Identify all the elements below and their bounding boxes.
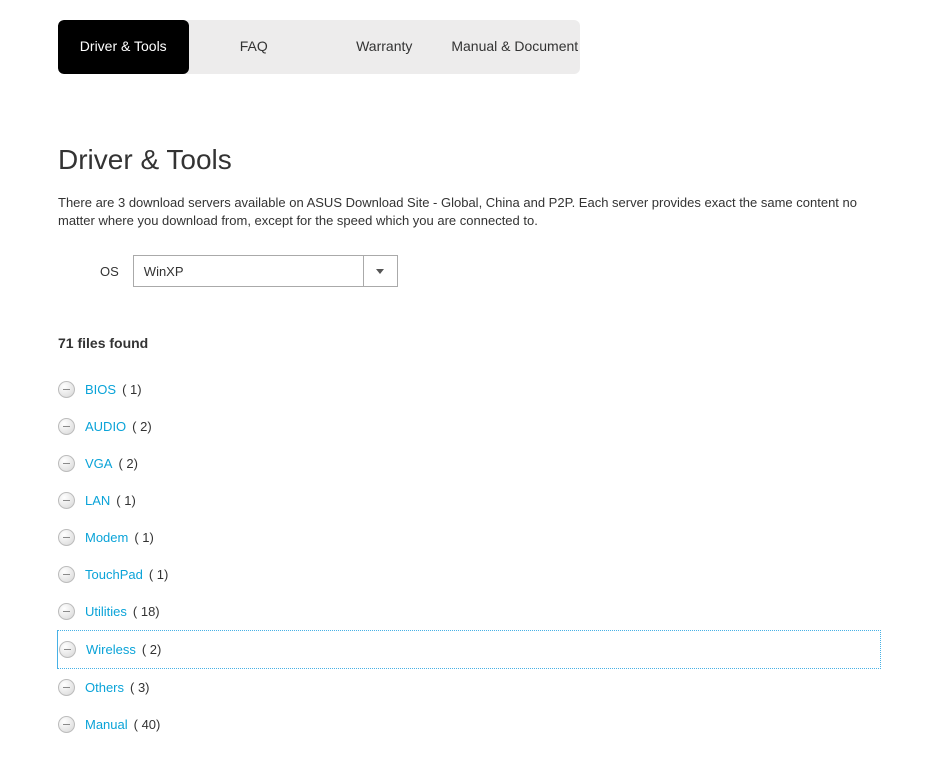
category-count: ( 18) — [133, 604, 160, 619]
category-name[interactable]: TouchPad — [85, 567, 143, 582]
tab-warranty[interactable]: Warranty — [319, 20, 450, 74]
category-item-vga: VGA ( 2) — [58, 445, 881, 482]
collapse-icon[interactable] — [58, 492, 75, 509]
collapse-icon[interactable] — [58, 566, 75, 583]
description: There are 3 download servers available o… — [58, 194, 881, 232]
category-item-audio: AUDIO ( 2) — [58, 408, 881, 445]
collapse-icon[interactable] — [58, 603, 75, 620]
category-count: ( 2) — [132, 419, 152, 434]
page-title: Driver & Tools — [58, 144, 881, 176]
os-select-value: WinXP — [134, 256, 363, 286]
tab-manual-document[interactable]: Manual & Document — [450, 20, 581, 74]
chevron-down-icon — [376, 269, 384, 274]
collapse-icon[interactable] — [58, 455, 75, 472]
files-found-label: 71 files found — [58, 335, 881, 351]
category-name[interactable]: Manual — [85, 717, 128, 732]
os-select[interactable]: WinXP — [133, 255, 398, 287]
tab-faq[interactable]: FAQ — [189, 20, 320, 74]
category-name[interactable]: Others — [85, 680, 124, 695]
collapse-icon[interactable] — [58, 381, 75, 398]
category-count: ( 1) — [116, 493, 136, 508]
category-item-wireless: Wireless ( 2) — [57, 630, 881, 669]
category-item-utilities: Utilities ( 18) — [58, 593, 881, 630]
collapse-icon[interactable] — [58, 716, 75, 733]
category-count: ( 40) — [134, 717, 161, 732]
os-label: OS — [100, 264, 119, 279]
category-name[interactable]: LAN — [85, 493, 110, 508]
collapse-icon[interactable] — [59, 641, 76, 658]
collapse-icon[interactable] — [58, 679, 75, 696]
category-item-bios: BIOS ( 1) — [58, 371, 881, 408]
tabs: Driver & Tools FAQ Warranty Manual & Doc… — [58, 20, 580, 74]
category-count: ( 1) — [149, 567, 169, 582]
category-item-touchpad: TouchPad ( 1) — [58, 556, 881, 593]
category-count: ( 2) — [118, 456, 138, 471]
category-name[interactable]: Modem — [85, 530, 128, 545]
category-name[interactable]: BIOS — [85, 382, 116, 397]
category-name[interactable]: AUDIO — [85, 419, 126, 434]
tab-driver-tools[interactable]: Driver & Tools — [58, 20, 189, 74]
category-name[interactable]: Utilities — [85, 604, 127, 619]
category-item-lan: LAN ( 1) — [58, 482, 881, 519]
category-name[interactable]: Wireless — [86, 642, 136, 657]
category-list: BIOS ( 1) AUDIO ( 2) VGA ( 2) LAN ( 1) M… — [58, 371, 881, 743]
os-row: OS WinXP — [100, 255, 881, 287]
category-item-others: Others ( 3) — [58, 669, 881, 706]
category-count: ( 3) — [130, 680, 150, 695]
os-select-button[interactable] — [363, 256, 397, 286]
category-count: ( 1) — [122, 382, 142, 397]
category-item-manual: Manual ( 40) — [58, 706, 881, 743]
category-item-modem: Modem ( 1) — [58, 519, 881, 556]
collapse-icon[interactable] — [58, 418, 75, 435]
category-name[interactable]: VGA — [85, 456, 112, 471]
category-count: ( 2) — [142, 642, 162, 657]
collapse-icon[interactable] — [58, 529, 75, 546]
category-count: ( 1) — [134, 530, 154, 545]
